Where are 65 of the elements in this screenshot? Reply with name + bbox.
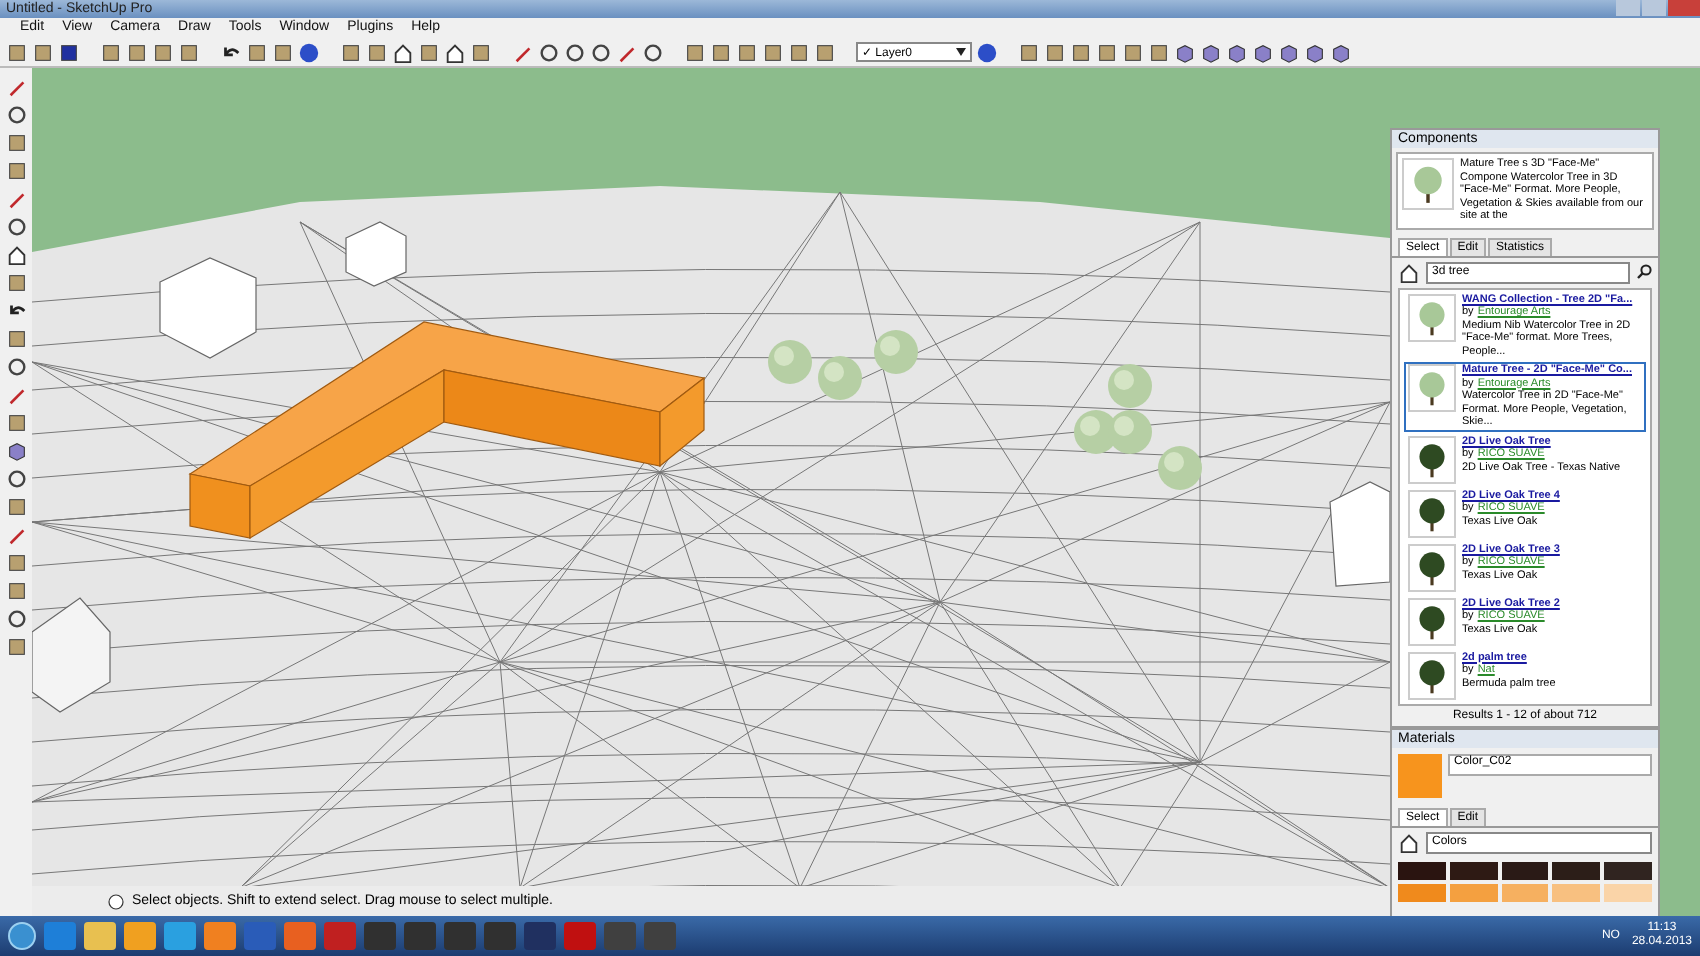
color-swatch[interactable] bbox=[1552, 884, 1601, 902]
box-icon[interactable] bbox=[5, 412, 27, 434]
tree-thumbnail bbox=[1408, 489, 1456, 537]
box-icon[interactable] bbox=[762, 41, 784, 63]
box-icon[interactable] bbox=[1096, 41, 1118, 63]
box-icon[interactable] bbox=[788, 41, 810, 63]
material-swatch bbox=[1398, 754, 1442, 798]
box-icon[interactable] bbox=[5, 636, 27, 658]
circle-icon[interactable] bbox=[5, 216, 27, 238]
circle-icon[interactable] bbox=[5, 356, 27, 378]
color-swatch[interactable] bbox=[1604, 884, 1652, 902]
box-icon[interactable] bbox=[736, 41, 758, 63]
start-orb-icon[interactable] bbox=[8, 922, 36, 950]
color-swatch[interactable] bbox=[1398, 884, 1446, 902]
color-swatch[interactable] bbox=[1604, 862, 1652, 880]
box-icon[interactable] bbox=[366, 41, 388, 63]
pencil-icon[interactable] bbox=[5, 188, 27, 210]
box-icon[interactable] bbox=[5, 580, 27, 602]
box-icon[interactable] bbox=[5, 132, 27, 154]
house-icon[interactable] bbox=[1398, 832, 1420, 854]
box-icon[interactable] bbox=[1122, 41, 1144, 63]
box-icon[interactable] bbox=[1148, 41, 1170, 63]
box-icon[interactable] bbox=[5, 272, 27, 294]
help-icon bbox=[108, 893, 124, 909]
circle-icon[interactable] bbox=[538, 41, 560, 63]
circle-icon[interactable] bbox=[5, 608, 27, 630]
color-swatch[interactable] bbox=[1552, 862, 1601, 880]
box-icon[interactable] bbox=[340, 41, 362, 63]
tree-thumbnail bbox=[1408, 597, 1456, 645]
color-swatch[interactable] bbox=[1501, 862, 1549, 880]
box-icon[interactable] bbox=[684, 41, 706, 63]
circle-icon[interactable] bbox=[590, 41, 612, 63]
box-icon[interactable] bbox=[814, 41, 836, 63]
pencil-icon[interactable] bbox=[5, 524, 27, 546]
box-icon[interactable] bbox=[470, 41, 492, 63]
box-icon[interactable] bbox=[5, 552, 27, 574]
box-icon[interactable] bbox=[1070, 41, 1092, 63]
circle-icon[interactable] bbox=[5, 468, 27, 490]
color-swatch[interactable] bbox=[1449, 862, 1498, 880]
tree-thumbnail bbox=[1408, 435, 1456, 483]
circle-icon[interactable] bbox=[642, 41, 664, 63]
tree-thumbnail bbox=[1408, 543, 1456, 591]
caret-icon bbox=[956, 48, 966, 56]
box-icon[interactable] bbox=[1018, 41, 1040, 63]
house-icon[interactable] bbox=[5, 244, 27, 266]
box-icon[interactable] bbox=[1044, 41, 1066, 63]
circle-icon[interactable] bbox=[564, 41, 586, 63]
box-icon[interactable] bbox=[418, 41, 440, 63]
cube-icon[interactable] bbox=[5, 440, 27, 462]
house-icon[interactable] bbox=[1398, 261, 1420, 283]
box-icon[interactable] bbox=[5, 496, 27, 518]
color-swatch[interactable] bbox=[1449, 884, 1498, 902]
circle-icon[interactable] bbox=[5, 104, 27, 126]
tree-thumbnail bbox=[1408, 651, 1456, 699]
box-icon[interactable] bbox=[710, 41, 732, 63]
box-icon[interactable] bbox=[5, 160, 27, 182]
pencil-icon[interactable] bbox=[5, 76, 27, 98]
tree-thumbnail bbox=[1408, 364, 1456, 412]
tree-thumbnail bbox=[1408, 293, 1456, 341]
color-swatch[interactable] bbox=[1398, 862, 1446, 880]
pencil-icon[interactable] bbox=[5, 384, 27, 406]
search-icon[interactable] bbox=[1636, 264, 1652, 280]
color-swatch[interactable] bbox=[1501, 884, 1549, 902]
box-icon[interactable] bbox=[5, 328, 27, 350]
tree-thumbnail bbox=[1402, 158, 1454, 210]
